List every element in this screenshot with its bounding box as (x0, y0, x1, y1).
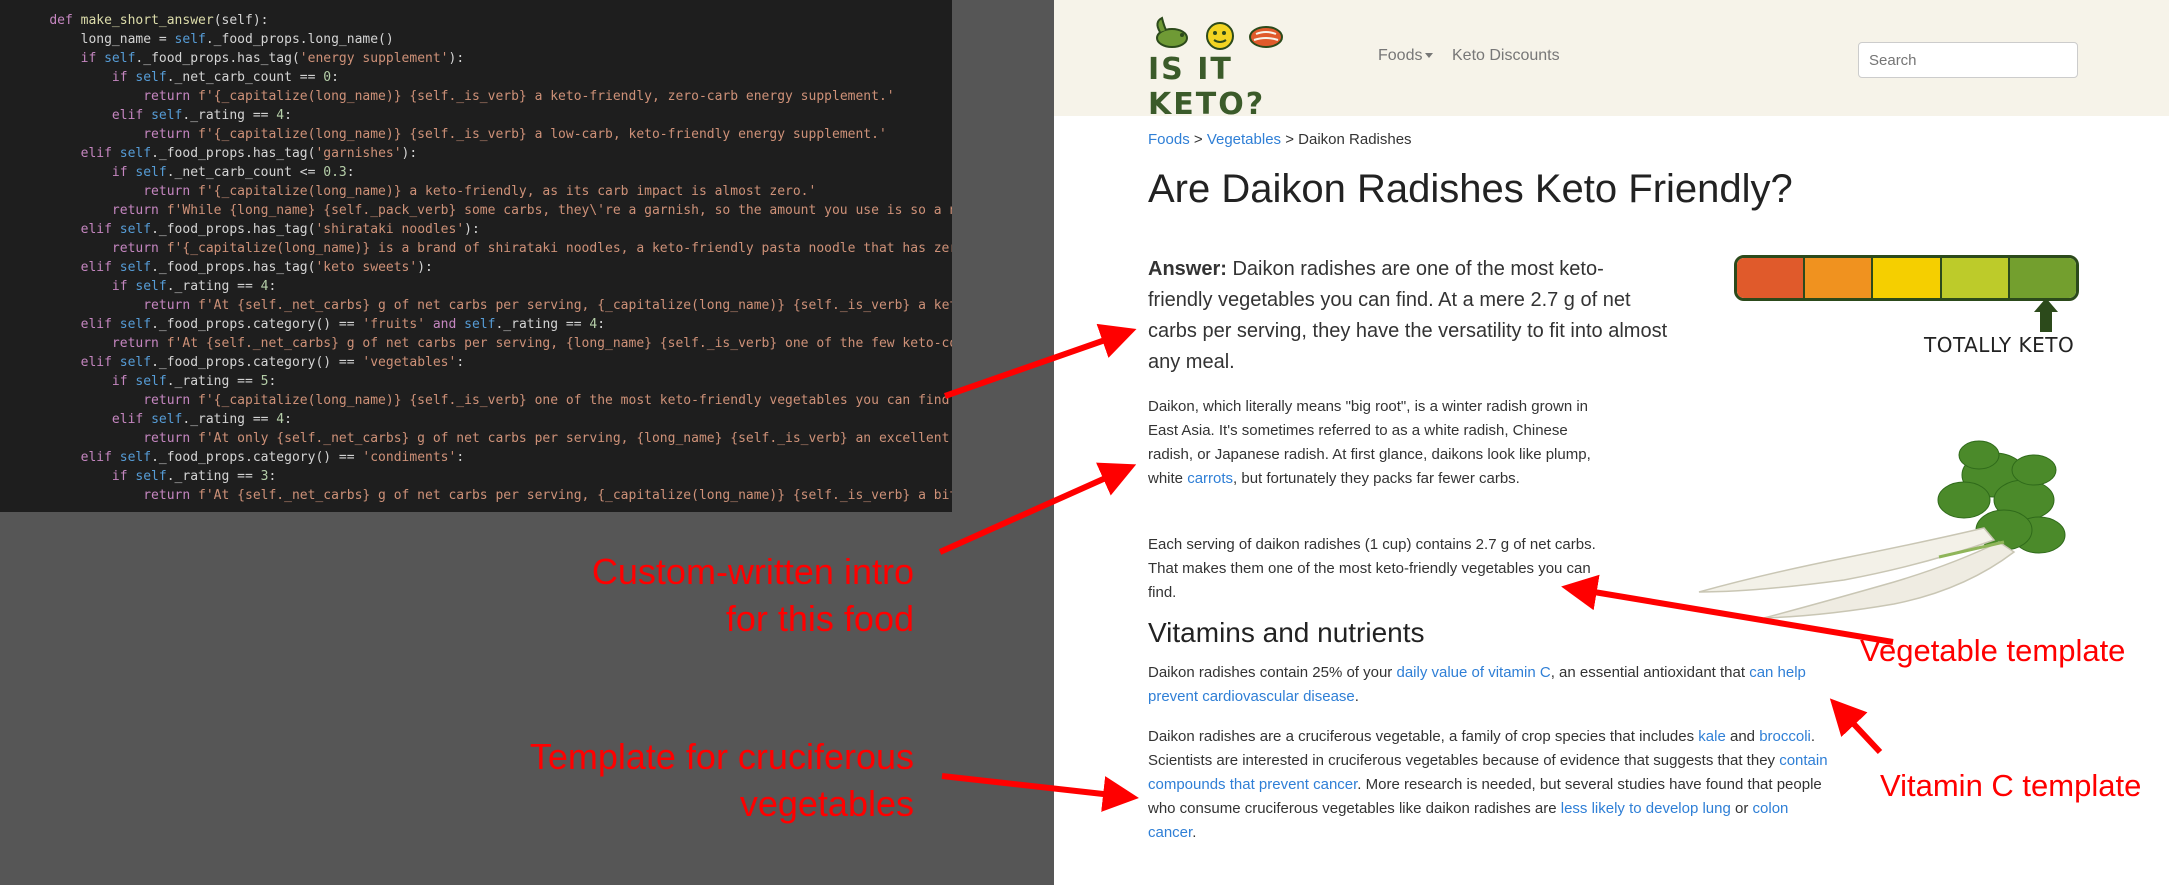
code-line[interactable]: elif self._food_props.category() == 'fru… (18, 315, 952, 334)
vitamin-c-paragraph: Daikon radishes contain 25% of your dail… (1148, 661, 1838, 709)
meter-segment-2 (1805, 258, 1874, 298)
meter-segment-4 (1941, 258, 2010, 298)
code-line[interactable]: elif self._food_props.has_tag('shirataki… (18, 220, 952, 239)
logo-text: IS IT KETO? (1148, 52, 1266, 122)
breadcrumb: Foods > Vegetables > Daikon Radishes (1148, 131, 1412, 148)
code-line[interactable]: return f'At {self._net_carbs} g of net c… (18, 486, 952, 505)
vitc-text: , an essential antioxidant that (1550, 664, 1750, 681)
nav-foods-label: Foods (1378, 47, 1423, 64)
keto-rating-meter (1734, 255, 2079, 301)
code-line[interactable]: elif self._rating == 4: (18, 410, 952, 429)
nav-foods-dropdown[interactable]: Foods (1378, 47, 1434, 65)
code-line[interactable]: return f'{_capitalize(long_name)} {self.… (18, 87, 952, 106)
logo-foods-icon (1156, 16, 1283, 50)
cruc-text: or (1730, 800, 1753, 817)
meter-pointer-icon (2034, 298, 2058, 332)
caret-down-icon (1425, 53, 1434, 59)
vitamin-c-link[interactable]: daily value of vitamin C (1396, 664, 1550, 681)
code-line[interactable]: elif self._food_props.has_tag('garnishes… (18, 144, 952, 163)
lung-cancer-link[interactable]: less likely to develop lung (1561, 800, 1731, 817)
annotation-vitamin-c-template: Vitamin C template (1880, 768, 2142, 803)
code-editor-panel[interactable]: def make_short_answer(self): long_name =… (0, 0, 952, 512)
annotation-intro-line2: for this food (725, 598, 914, 639)
broccoli-link[interactable]: broccoli (1759, 728, 1811, 745)
code-line[interactable]: def make_short_answer(self): (18, 11, 952, 30)
intro-paragraph: Daikon, which literally means "big root"… (1148, 395, 1608, 491)
serving-paragraph: Each serving of daikon radishes (1 cup) … (1148, 536, 1596, 601)
breadcrumb-vegetables[interactable]: Vegetables (1207, 131, 1281, 148)
cruc-text: . (1192, 824, 1197, 841)
breadcrumb-separator: > (1281, 131, 1299, 148)
code-line[interactable]: return f'{_capitalize(long_name)} a keto… (18, 182, 952, 201)
code-line[interactable]: return f'{_capitalize(long_name)} {self.… (18, 391, 952, 410)
code-line[interactable]: return f'While {long_name} {self._pack_v… (18, 201, 952, 220)
vitc-text: . (1354, 688, 1359, 705)
nav-keto-discounts[interactable]: Keto Discounts (1452, 47, 1560, 65)
cruc-text: and (1725, 728, 1760, 745)
code-line[interactable]: if self._net_carb_count == 0: (18, 68, 952, 87)
code-line[interactable]: if self._rating == 4: (18, 277, 952, 296)
meter-segment-3 (1873, 258, 1942, 298)
site-logo[interactable]: IS IT KETO? (1148, 12, 1298, 122)
search-input[interactable] (1858, 42, 2078, 78)
vitamins-heading: Vitamins and nutrients (1148, 617, 1425, 648)
code-line[interactable]: elif self._food_props.category() == 'con… (18, 448, 952, 467)
site-header: IS IT KETO? Foods Keto Discounts (1054, 0, 2169, 122)
annotation-vegetable-template: Vegetable template (1860, 633, 2126, 668)
code-line[interactable]: if self._net_carb_count <= 0.3: (18, 163, 952, 182)
code-line[interactable]: return f'{_capitalize(long_name)} {self.… (18, 125, 952, 144)
kale-link[interactable]: kale (1698, 728, 1726, 745)
answer-paragraph: Answer: Daikon radishes are one of the m… (1148, 254, 1668, 378)
code-editor-text[interactable]: def make_short_answer(self): long_name =… (18, 11, 952, 505)
annotation-intro-line1: Custom-written intro (591, 551, 914, 592)
breadcrumb-separator: > (1189, 131, 1207, 148)
meter-segment-5 (2009, 258, 2076, 298)
daikon-radish-image (1698, 440, 2066, 619)
annotation-cruc-line2: vegetables (739, 783, 914, 824)
code-line[interactable]: return f'At {self._net_carbs} g of net c… (18, 334, 952, 353)
code-line[interactable]: return f'At {self._net_carbs} g of net c… (18, 296, 952, 315)
breadcrumb-foods[interactable]: Foods (1148, 131, 1190, 148)
code-line[interactable]: if self._rating == 3: (18, 467, 952, 486)
code-line[interactable]: elif self._food_props.has_tag('keto swee… (18, 258, 952, 277)
page-title: Are Daikon Radishes Keto Friendly? (1148, 167, 1793, 211)
annotation-cruc-line1: Template for cruciferous (529, 736, 914, 777)
meter-segment-1 (1737, 258, 1806, 298)
code-line[interactable]: elif self._rating == 4: (18, 106, 952, 125)
code-line[interactable]: return f'{_capitalize(long_name)} is a b… (18, 239, 952, 258)
intro-text-end: , but fortunately they packs far fewer c… (1233, 470, 1520, 487)
breadcrumb-current: Daikon Radishes (1298, 131, 1412, 148)
code-line[interactable]: if self._rating == 5: (18, 372, 952, 391)
web-page: IS IT KETO? Foods Keto Discounts Foods >… (1054, 0, 2169, 885)
cruciferous-paragraph: Daikon radishes are a cruciferous vegeta… (1148, 725, 1838, 845)
code-line[interactable]: elif self._food_props.category() == 'veg… (18, 353, 952, 372)
code-line[interactable]: long_name = self._food_props.long_name() (18, 30, 952, 49)
cruc-text: Daikon radishes are a cruciferous vegeta… (1148, 728, 1699, 745)
carrots-link[interactable]: carrots (1187, 470, 1233, 487)
annotation-intro: Custom-written intro for this food (480, 548, 914, 642)
answer-label: Answer: (1148, 258, 1227, 280)
meter-label: TOTALLY KETO (1924, 333, 2075, 357)
code-line[interactable]: if self._food_props.has_tag('energy supp… (18, 49, 952, 68)
annotation-cruciferous: Template for cruciferous vegetables (400, 733, 914, 827)
vitc-text: Daikon radishes contain 25% of your (1148, 664, 1397, 681)
code-line[interactable]: return f'At only {self._net_carbs} g of … (18, 429, 952, 448)
